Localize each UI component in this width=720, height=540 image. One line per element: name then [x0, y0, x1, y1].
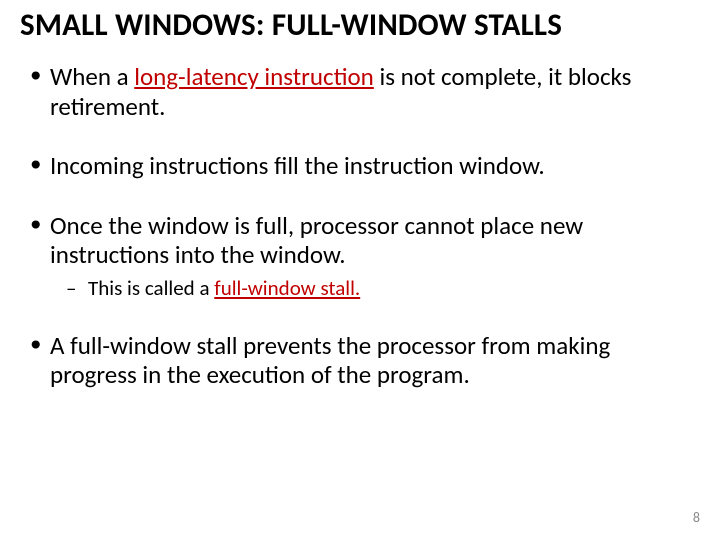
page-number: 8	[693, 509, 700, 526]
bullet-item: When a long-latency instruction is not c…	[20, 62, 700, 121]
highlight-term: full-window stall.	[214, 275, 360, 301]
highlight-term: long-latency instruction	[134, 61, 374, 92]
slide: SMALL WINDOWS: FULL-WINDOW STALLS When a…	[0, 0, 720, 540]
bullet-list: When a long-latency instruction is not c…	[20, 62, 700, 390]
bullet-text-pre: When a	[50, 61, 134, 92]
bullet-text: Incoming instructions fill the instructi…	[50, 150, 545, 181]
slide-title: SMALL WINDOWS: FULL-WINDOW STALLS	[20, 6, 700, 44]
bullet-item: Once the window is full, processor canno…	[20, 211, 700, 301]
bullet-item: Incoming instructions fill the instructi…	[20, 151, 700, 181]
sub-bullet-list: This is called a full-window stall.	[50, 276, 700, 301]
sub-bullet-text-pre: This is called a	[88, 275, 214, 301]
bullet-text: A full-window stall prevents the process…	[50, 330, 610, 391]
bullet-item: A full-window stall prevents the process…	[20, 331, 700, 390]
bullet-text: Once the window is full, processor canno…	[50, 210, 583, 271]
sub-bullet-item: This is called a full-window stall.	[66, 276, 700, 301]
